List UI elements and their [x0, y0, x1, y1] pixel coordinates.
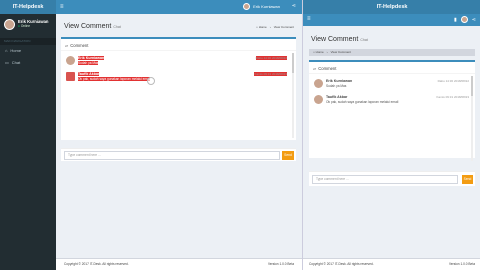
top-navbar: ≡ ▮ ⋖: [303, 14, 480, 26]
comment-date: Kamis 09:31 2018/08/23: [254, 72, 287, 76]
footer: Copyright © 2017 IT-Desk. All rights res…: [303, 258, 480, 270]
breadcrumb: ⌂ Home › View Comment: [256, 25, 294, 29]
comment-scrollbar[interactable]: [471, 76, 473, 161]
breadcrumb-current: View Comment: [330, 50, 351, 54]
breadcrumb-home[interactable]: ⌂ Home: [313, 49, 324, 56]
avatar[interactable]: [460, 16, 468, 23]
breadcrumb-current: View Comment: [273, 25, 294, 29]
share-icon[interactable]: ⋖: [292, 3, 296, 9]
mobile-view: IT-Helpdesk ≡ ▮ ⋖ View Comment Chat ⌂ Hom…: [302, 0, 480, 270]
comment-box: ▱ Comment Erik Kurniawan Sudah ya Mas Ra…: [61, 37, 296, 140]
comment-date: Kamis 09:31 2018/08/23: [436, 95, 469, 99]
sidebar-section-header: MAIN NAVIGATION: [0, 38, 56, 45]
home-icon: ⌂: [5, 48, 8, 53]
menu-toggle-icon[interactable]: ≡: [60, 3, 64, 11]
footer-copyright: Copyright © 2017 IT-Desk. All rights res…: [309, 262, 374, 266]
sidebar-item-home[interactable]: ⌂ Home: [0, 46, 56, 55]
avatar: [243, 3, 251, 10]
footer-version: Version 1.0.0 Beta: [448, 262, 475, 266]
comment-text: Sudah ya Mas: [326, 83, 347, 88]
sidebar-user-panel: Erik Kurniawan ● Online: [4, 19, 48, 30]
share-icon[interactable]: ⋖: [472, 17, 476, 23]
status-dot-icon: ●: [18, 24, 20, 28]
comment-date: Rabu 14:30 2018/08/22: [255, 56, 287, 60]
comment-item: Erik Kurniawan Sudah ya Mas: [314, 79, 352, 88]
comment-item: Taufik Akbar Ok pak, sudah saya gunakan …: [66, 72, 151, 81]
avatar: [4, 19, 15, 30]
comment-text: Ok pak, sudah saya gunakan laporan melal…: [326, 99, 399, 104]
comment-form: Type comment here ... Send: [309, 171, 475, 186]
avatar: [314, 79, 323, 88]
screenshot: IT-Helpdesk ≡ Erik Kurniawan ⋖ Erik Kurn…: [0, 0, 480, 270]
comment-icon: ▱: [313, 66, 317, 71]
footer: Copyright © 2017 IT-Desk. All rights res…: [56, 258, 302, 270]
box-title: Comment: [318, 66, 337, 71]
page-title: View Comment Chat: [311, 36, 368, 43]
sidebar-item-label: Chat: [11, 60, 21, 65]
divider: [309, 73, 475, 74]
comment-text: Sudah ya Mas: [78, 60, 99, 65]
divider: [61, 50, 296, 51]
comment-scrollbar[interactable]: [292, 53, 294, 138]
avatar: [314, 95, 323, 104]
breadcrumb-separator: ›: [326, 50, 328, 54]
send-button[interactable]: Send: [282, 151, 294, 160]
footer-copyright: Copyright © 2017 IT-Desk. All rights res…: [64, 262, 129, 266]
avatar: [66, 72, 75, 81]
comment-item: Taufik Akbar Ok pak, sudah saya gunakan …: [314, 95, 398, 104]
page-subtitle: Chat: [360, 38, 368, 42]
notification-icon[interactable]: ▮: [454, 17, 457, 23]
menu-toggle-icon[interactable]: ≡: [307, 16, 311, 22]
sidebar-item-label: Home: [10, 48, 22, 53]
send-button[interactable]: Send: [462, 175, 473, 184]
comment-form: Type comment here ... Send: [61, 148, 296, 161]
chat-icon: ▭: [5, 60, 9, 65]
mouse-cursor-icon: [147, 77, 155, 85]
status-text: Online: [20, 24, 31, 28]
footer-version: Version 1.0.0 Beta: [267, 262, 294, 266]
page-title: View Comment Chat: [64, 23, 121, 30]
desktop-view: IT-Helpdesk ≡ Erik Kurniawan ⋖ Erik Kurn…: [0, 0, 302, 270]
breadcrumb-home[interactable]: ⌂ Home: [256, 25, 267, 29]
page-subtitle: Chat: [113, 25, 121, 29]
sidebar-item-chat[interactable]: ▭ Chat: [0, 58, 56, 67]
comment-box: ▱ Comment Erik Kurniawan Sudah ya Mas Ra…: [309, 60, 475, 161]
user-name: Erik Kurniawan: [253, 4, 280, 9]
navbar-icons: ▮ ⋖: [454, 16, 476, 23]
comment-author: Erik Kurniawan: [78, 56, 105, 60]
breadcrumb-home-label: Home: [315, 50, 324, 54]
comment-input[interactable]: Type comment here ...: [64, 151, 280, 160]
comment-author: Erik Kurniawan: [326, 79, 353, 83]
top-navbar: ≡ Erik Kurniawan ⋖: [56, 0, 302, 14]
box-title: Comment: [70, 43, 89, 48]
breadcrumb: ⌂ Home › View Comment: [309, 49, 475, 56]
comment-input[interactable]: Type comment here ...: [312, 175, 458, 184]
user-menu[interactable]: Erik Kurniawan: [243, 3, 280, 10]
comment-text: Ok pak, sudah saya gunakan laporan melal…: [78, 76, 151, 81]
box-header: ▱ Comment: [65, 43, 88, 48]
avatar: [66, 56, 75, 65]
status-badge: ● Online: [18, 24, 48, 28]
box-header: ▱ Comment: [313, 66, 336, 71]
page-title-text: View Comment: [311, 36, 359, 43]
comment-date: Rabu 14:30 2018/08/22: [437, 79, 469, 83]
sidebar: Erik Kurniawan ● Online MAIN NAVIGATION …: [0, 14, 56, 270]
comment-author: Taufik Akbar: [78, 72, 100, 76]
brand-logo[interactable]: IT-Helpdesk: [0, 0, 56, 14]
page-title-text: View Comment: [64, 23, 112, 30]
breadcrumb-home-label: Home: [258, 25, 267, 29]
brand-logo[interactable]: IT-Helpdesk: [303, 0, 480, 14]
comment-item: Erik Kurniawan Sudah ya Mas: [66, 56, 105, 65]
comment-icon: ▱: [65, 43, 69, 48]
breadcrumb-separator: ›: [269, 25, 271, 29]
